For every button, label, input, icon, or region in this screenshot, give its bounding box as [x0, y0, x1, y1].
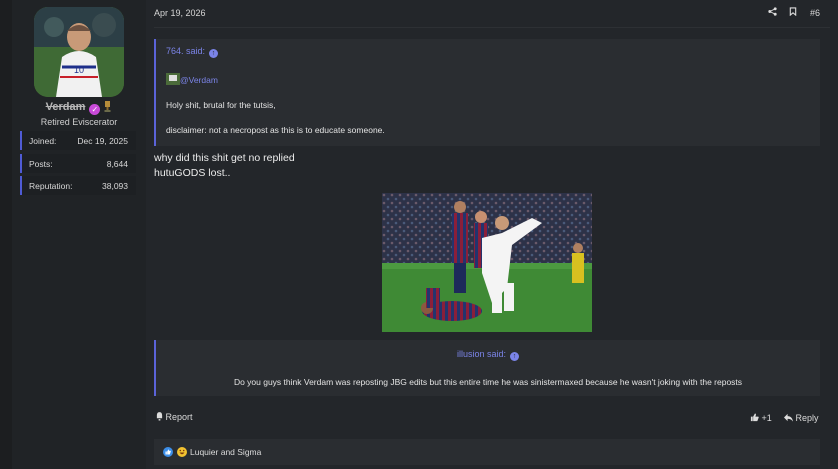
bell-icon: [156, 412, 163, 421]
stat-label: Posts:: [29, 159, 53, 169]
trophy-icon: [103, 101, 112, 115]
stat-reputation: Reputation: 38,093: [20, 176, 136, 195]
stat-posts: Posts: 8,644: [20, 154, 136, 173]
quote-author[interactable]: illusion said: ↑: [156, 349, 820, 361]
avatar[interactable]: 10: [34, 7, 124, 97]
user-title: Retired Eviscerator: [40, 117, 118, 127]
like-count[interactable]: +1: [762, 413, 772, 423]
share-icon[interactable]: [768, 7, 777, 18]
like-reaction-icon: [163, 447, 173, 457]
quote-line: disclaimer: not a necropost as this is t…: [166, 125, 385, 135]
quote-block: 764. said: ↑ @Verdam Holy shit, brutal fo…: [154, 39, 820, 146]
stat-value: 38,093: [102, 181, 128, 191]
post-header-actions: #6: [758, 7, 820, 18]
stat-joined: Joined: Dec 19, 2025: [20, 131, 136, 150]
quote-author-text[interactable]: 764. said:: [166, 46, 205, 56]
quote-author[interactable]: 764. said: ↑: [166, 46, 219, 58]
header-divider: [154, 27, 830, 28]
stat-value: 8,644: [106, 159, 128, 169]
reply-button[interactable]: Reply: [784, 413, 819, 423]
quote-line: Holy shit, brutal for the tutsis,: [166, 100, 276, 110]
username-row: Verdam ✓: [12, 101, 146, 115]
report-button[interactable]: Report: [156, 412, 193, 422]
thumbs-up-icon: [750, 413, 759, 422]
reactions-bar[interactable]: Luquier and Sigma: [154, 439, 820, 465]
jump-to-quote-icon[interactable]: ↑: [510, 352, 520, 361]
reply-icon: [784, 413, 793, 422]
post-date[interactable]: Apr 19, 2026: [154, 8, 206, 18]
stat-label: Reputation:: [29, 181, 73, 191]
post-text: why did this shit get no replied: [154, 152, 295, 164]
stat-value: Dec 19, 2025: [77, 136, 128, 146]
forum-post: 10 Verdam ✓ Retired Eviscerator Joined: D…: [12, 0, 838, 469]
mention-row: @Verdam: [166, 73, 218, 85]
bookmark-icon[interactable]: [789, 7, 797, 18]
like-button[interactable]: +1: [750, 413, 772, 423]
reactions-text[interactable]: Luquier and Sigma: [190, 447, 261, 457]
football-photo: [382, 193, 592, 332]
post-image[interactable]: [382, 193, 592, 332]
user-sidebar: 10 Verdam ✓ Retired Eviscerator Joined: D…: [12, 0, 146, 469]
mention-link[interactable]: @Verdam: [180, 75, 218, 85]
reply-label[interactable]: Reply: [796, 413, 819, 423]
quote-author-text[interactable]: illusion said:: [457, 349, 506, 359]
report-label[interactable]: Report: [166, 412, 193, 422]
quote-line: Do you guys think Verdam was reposting J…: [233, 377, 743, 387]
verified-badge-icon: ✓: [89, 104, 101, 115]
post-text: hutuGODS lost..: [154, 167, 231, 179]
reaction-icons: [163, 447, 188, 457]
username[interactable]: Verdam: [46, 101, 86, 113]
laugh-reaction-icon: [177, 447, 188, 457]
mention-avatar-icon: [166, 73, 180, 85]
jump-to-quote-icon[interactable]: ↑: [209, 49, 219, 58]
svg-text:10: 10: [74, 65, 84, 75]
quote-block: illusion said: ↑ Do you guys think Verdam…: [154, 340, 820, 396]
post-number[interactable]: #6: [810, 8, 820, 18]
avatar-image: 10: [34, 7, 124, 97]
stat-label: Joined:: [29, 136, 57, 146]
